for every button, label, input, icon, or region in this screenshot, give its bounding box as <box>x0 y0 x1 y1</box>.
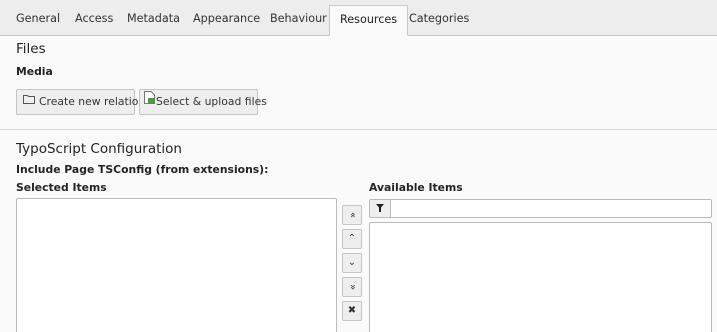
chevron-up-icon: ⌃ <box>347 233 357 244</box>
available-items-label: Available Items <box>369 181 463 194</box>
move-up-button[interactable]: ⌃ <box>342 229 362 249</box>
remove-item-button[interactable]: ✖ <box>342 301 362 321</box>
selected-items-label: Selected Items <box>16 181 107 194</box>
close-icon: ✖ <box>347 305 357 316</box>
tab-resources[interactable]: Resources <box>329 5 409 36</box>
files-section-title: Files <box>16 41 46 57</box>
file-upload-icon <box>144 89 155 113</box>
filter-icon <box>376 204 384 215</box>
tab-behaviour[interactable]: Behaviour <box>270 9 327 28</box>
tab-panel-resources: Files Media Create new relation Select &… <box>0 36 717 332</box>
selected-items-list[interactable] <box>16 198 337 332</box>
select-upload-files-label: Select & upload files <box>156 95 267 108</box>
filter-button[interactable] <box>369 199 390 218</box>
tsconfig-field-label: Include Page TSConfig (from extensions): <box>16 163 269 176</box>
section-divider <box>0 129 717 130</box>
typoscript-section-title: TypoScript Configuration <box>16 141 182 157</box>
media-label: Media <box>16 65 53 78</box>
tab-categories[interactable]: Categories <box>409 9 469 28</box>
page-tca-form: General Access Metadata Appearance Behav… <box>0 0 717 332</box>
available-items-list[interactable] <box>369 222 712 332</box>
create-new-relation-button[interactable]: Create new relation <box>16 89 145 115</box>
tab-general[interactable]: General <box>16 9 60 28</box>
double-chevron-up-icon: « <box>347 211 358 219</box>
double-chevron-down-icon: » <box>347 283 358 291</box>
move-down-button[interactable]: ⌄ <box>342 253 362 273</box>
create-new-relation-label: Create new relation <box>39 95 146 108</box>
move-to-bottom-button[interactable]: » <box>342 277 362 297</box>
chevron-down-icon: ⌄ <box>347 257 357 268</box>
tab-appearance[interactable]: Appearance <box>193 9 260 28</box>
select-upload-files-button[interactable]: Select & upload files <box>139 89 267 115</box>
folder-icon <box>23 89 35 113</box>
move-to-top-button[interactable]: « <box>342 205 362 225</box>
tab-bar: General Access Metadata Appearance Behav… <box>0 0 717 36</box>
available-items-filter-input[interactable] <box>390 199 712 218</box>
tab-metadata[interactable]: Metadata <box>127 9 180 28</box>
tab-access[interactable]: Access <box>75 9 113 28</box>
